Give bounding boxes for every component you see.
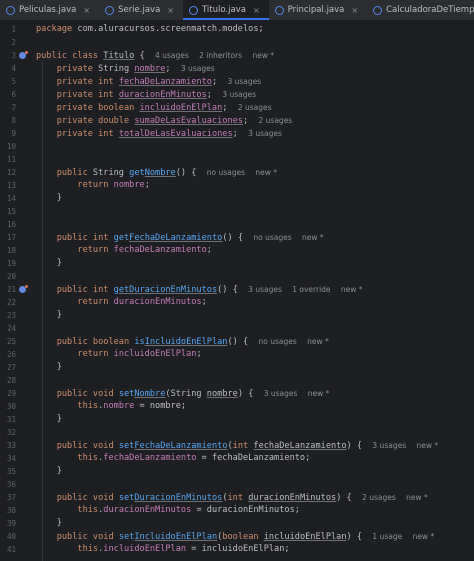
code-line: 14 }: [6, 193, 62, 203]
tab-peliculas[interactable]: Peliculas.java ×: [0, 0, 99, 20]
overridden-gutter-icon[interactable]: [19, 285, 28, 293]
code-line: 21 public int getDuracionEnMinutos() { 3…: [6, 285, 363, 295]
code-line: 34 this.fechaDeLanzamiento = fechaDeLanz…: [6, 453, 311, 463]
code-line: 18 return fechaDeLanzamiento;: [6, 245, 212, 255]
code-line: 2: [11, 38, 16, 47]
code-editor[interactable]: 1 package com.aluracursos.screenmatch.mod…: [0, 21, 474, 561]
code-line: 22 return duracionEnMinutos;: [6, 297, 207, 307]
code-line: 26 return incluidoEnElPlan;: [6, 349, 202, 359]
code-line: 23 }: [6, 310, 62, 320]
code-line: 4 private String nombre; 3 usages: [11, 64, 215, 74]
code-line: 19 }: [6, 258, 62, 268]
code-line: 3 public class Titulo { 4 usages 2 inheri…: [11, 51, 275, 61]
tab-label: Titulo.java: [202, 5, 246, 15]
code-line: 5 private int fechaDeLanzamiento; 3 usag…: [11, 77, 262, 87]
tab-titulo[interactable]: Titulo.java ×: [183, 0, 269, 20]
close-icon[interactable]: ×: [167, 6, 174, 15]
code-line: 31 }: [6, 414, 62, 424]
code-line: 24: [6, 324, 16, 333]
code-line: 1 package com.aluracursos.screenmatch.mod…: [11, 24, 264, 34]
java-class-icon: [6, 5, 15, 15]
code-line: 29 public void setNombre(String nombre) …: [6, 389, 330, 399]
code-line: 6 private int duracionEnMinutos; 3 usage…: [11, 90, 257, 100]
code-line: 30 this.nombre = nombre;: [6, 401, 187, 411]
tab-calculadora[interactable]: CalculadoraDeTiempo.java: [367, 0, 474, 20]
code-line: 17 public int getFechaDeLanzamiento() { …: [6, 233, 324, 243]
code-line: 36: [6, 480, 16, 489]
tab-label: CalculadoraDeTiempo.java: [386, 5, 474, 15]
code-line: 25 public boolean isIncluidoEnElPlan() {…: [6, 337, 329, 347]
code-line: 37 public void setDuracionEnMinutos(int …: [6, 493, 428, 503]
java-class-icon: [105, 5, 115, 15]
code-line: 10: [6, 142, 16, 151]
java-class-icon: [274, 5, 284, 15]
code-line: 39 }: [6, 518, 62, 528]
code-line: 8 private double sumaDeLasEvaluaciones; …: [11, 116, 293, 126]
code-line: 9 private int totalDeLasEvaluaciones; 3 …: [11, 129, 282, 139]
java-class-icon: [373, 5, 383, 15]
close-icon[interactable]: ×: [253, 6, 260, 15]
code-line: 40 public void setIncluidoEnElPlan(boole…: [6, 532, 435, 542]
code-line: 41 this.incluidoEnElPlan = incluidoEnElP…: [6, 544, 290, 554]
code-line: 16: [6, 220, 16, 229]
code-line: 13 return nombre;: [6, 180, 150, 190]
tab-principal[interactable]: Principal.java ×: [269, 0, 367, 20]
java-class-icon: [189, 5, 198, 15]
code-line: 32: [6, 428, 16, 437]
code-line: 27 }: [6, 362, 62, 372]
code-line: 7 private boolean incluidoEnElPlan; 2 us…: [11, 103, 272, 113]
tab-serie[interactable]: Serie.java ×: [99, 0, 183, 20]
tab-label: Serie.java: [118, 5, 161, 15]
tab-label: Peliculas.java: [19, 5, 77, 15]
close-icon[interactable]: ×: [83, 6, 90, 15]
code-line: 20: [6, 272, 16, 281]
implemented-gutter-icon[interactable]: [19, 51, 28, 59]
editor-tab-bar: Peliculas.java × Serie.java × Titulo.jav…: [0, 0, 474, 21]
code-line: 15: [6, 207, 16, 216]
code-line: 11: [6, 155, 16, 164]
code-line: 28: [6, 376, 16, 385]
code-line: 38 this.duracionEnMinutos = duracionEnMi…: [6, 505, 300, 515]
tab-label: Principal.java: [287, 5, 345, 15]
code-line: 33 public void setFechaDeLanzamiento(int…: [6, 441, 439, 451]
code-line: 12 public String getNombre() { no usages…: [6, 168, 278, 178]
code-line: 35 }: [6, 466, 62, 476]
close-icon[interactable]: ×: [351, 6, 358, 15]
